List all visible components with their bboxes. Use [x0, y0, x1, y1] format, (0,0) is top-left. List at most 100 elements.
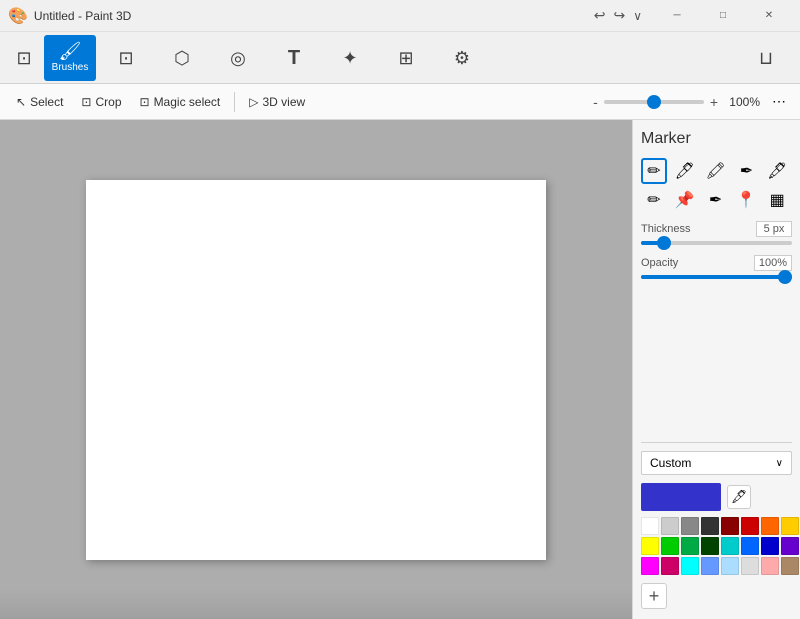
magic-select-btn[interactable]: ⊡ Magic select [132, 91, 229, 113]
color-swatch[interactable] [781, 517, 799, 535]
magic-icon: ⊡ [140, 95, 150, 109]
3dview-label: 3D view [263, 95, 306, 109]
opacity-label-row: Opacity 100% [641, 255, 792, 271]
zoom-minus-btn[interactable]: - [593, 94, 598, 110]
eyedropper-icon: 🖋 [731, 489, 748, 505]
thickness-thumb[interactable] [657, 236, 671, 250]
color-swatch[interactable] [761, 537, 779, 555]
ribbon-btn-home[interactable]: ⊡ [8, 35, 40, 81]
color-swatch[interactable] [741, 517, 759, 535]
color-swatch[interactable] [661, 537, 679, 555]
brush5-icon: 🖋 [767, 161, 787, 181]
crayon-icon: 🖍 [705, 161, 725, 181]
brush-grid: ✏ 🖊 🖍 ✒ 🖋 ✏ 📌 ✒ [641, 158, 792, 213]
ribbon-btn-2d[interactable]: ⊡ [100, 35, 152, 81]
crop-tool-btn[interactable]: ⊡ Crop [73, 91, 129, 113]
color-swatch[interactable] [721, 517, 739, 535]
brush-type6[interactable]: ✏ [641, 187, 667, 213]
color-swatch[interactable] [641, 557, 659, 575]
opacity-fill [641, 275, 792, 279]
current-color-swatch[interactable] [641, 483, 721, 511]
color-swatch[interactable] [741, 557, 759, 575]
brushes-label: Brushes [52, 62, 89, 73]
add-icon: + [649, 586, 660, 607]
zoom-plus-btn[interactable]: + [710, 94, 718, 110]
ribbon-btn-effects[interactable]: ✦ [324, 35, 376, 81]
opacity-value[interactable]: 100% [754, 255, 792, 271]
brush-type8[interactable]: ✒ [703, 187, 729, 213]
calligraphy-icon: 🖊 [675, 161, 695, 181]
zoom-thumb[interactable] [647, 95, 661, 109]
color-swatch[interactable] [721, 537, 739, 555]
expand-icon[interactable]: ∨ [633, 9, 642, 23]
title-bar: 🎨 Untitled - Paint 3D ↩ ↪ ∨ ─ □ ✕ [0, 0, 800, 32]
color-swatch[interactable] [641, 517, 659, 535]
color-swatch[interactable] [741, 537, 759, 555]
brush-type5[interactable]: 🖋 [764, 158, 790, 184]
thickness-slider[interactable] [641, 241, 792, 245]
3d-icon: ⬡ [174, 49, 190, 67]
color-swatch[interactable] [661, 557, 679, 575]
zoom-slider[interactable] [604, 100, 704, 104]
ribbon-btn-text[interactable]: T [268, 35, 320, 81]
color-mode-label: Custom [650, 456, 691, 470]
brush-type7[interactable]: 📌 [672, 187, 698, 213]
select-icon: ↖ [16, 95, 26, 109]
3dview-icon: ▷ [249, 95, 258, 109]
panel-title: Marker [641, 130, 792, 148]
divider [641, 442, 792, 443]
minimize-button[interactable]: ─ [654, 0, 700, 32]
brush-calligraphy[interactable]: 🖊 [672, 158, 698, 184]
select-label: Select [30, 95, 63, 109]
ribbon-btn-crop[interactable]: ⊞ [380, 35, 432, 81]
brush-marker[interactable]: ✏ [641, 158, 667, 184]
drawing-canvas[interactable] [86, 180, 546, 560]
color-swatch[interactable] [761, 517, 779, 535]
close-button[interactable]: ✕ [746, 0, 792, 32]
color-swatch[interactable] [761, 557, 779, 575]
3d-view-btn[interactable]: ▷ 3D view [241, 91, 313, 113]
more-options-btn[interactable]: ⋯ [766, 89, 792, 114]
2d-icon: ⊡ [118, 49, 133, 67]
color-swatch[interactable] [701, 537, 719, 555]
undo-button[interactable]: ↩ [594, 7, 606, 24]
maximize-button[interactable]: □ [700, 0, 746, 32]
eyedropper-button[interactable]: 🖋 [727, 485, 751, 509]
color-mode-dropdown[interactable]: Custom ∨ [641, 451, 792, 475]
right-panel: Marker ✏ 🖊 🖍 ✒ 🖋 ✏ 📌 [632, 120, 800, 619]
add-color-button[interactable]: + [641, 583, 667, 609]
color-swatch[interactable] [681, 517, 699, 535]
opacity-thumb[interactable] [778, 270, 792, 284]
color-swatch[interactable] [681, 557, 699, 575]
stickers-icon: ◎ [230, 49, 246, 67]
color-swatch[interactable] [721, 557, 739, 575]
brush-pencil[interactable]: ✒ [733, 158, 759, 184]
zoom-value: 100% [724, 95, 760, 109]
redo-button[interactable]: ↪ [613, 7, 625, 24]
thickness-value[interactable]: 5 px [756, 221, 792, 237]
color-swatch[interactable] [681, 537, 699, 555]
ribbon-btn-stickers[interactable]: ◎ [212, 35, 264, 81]
brush-crayon[interactable]: 🖍 [703, 158, 729, 184]
title-bar-left: 🎨 Untitled - Paint 3D [8, 6, 131, 26]
text-icon: T [288, 48, 300, 68]
opacity-slider[interactable] [641, 275, 792, 279]
color-swatch[interactable] [701, 557, 719, 575]
brush-type10[interactable]: ▦ [764, 187, 790, 213]
color-swatch[interactable] [781, 537, 799, 555]
crop-tool-icon: ⊡ [81, 95, 91, 109]
color-swatch[interactable] [641, 537, 659, 555]
select-tool-btn[interactable]: ↖ Select [8, 91, 71, 113]
color-swatch[interactable] [701, 517, 719, 535]
brush-type9[interactable]: 📍 [733, 187, 759, 213]
ribbon-btn-share[interactable]: ⊔ [740, 35, 792, 81]
zoom-area: - + 100% ⋯ [593, 89, 792, 114]
ribbon-btn-3d[interactable]: ⬡ [156, 35, 208, 81]
ribbon-btn-brushes[interactable]: 🖌 Brushes [44, 35, 96, 81]
ribbon-btn-settings[interactable]: ⚙ [436, 35, 488, 81]
color-swatch[interactable] [661, 517, 679, 535]
brush7-icon: 📌 [675, 190, 695, 210]
canvas-area[interactable] [0, 120, 632, 619]
toolbar-sep [234, 92, 235, 112]
color-swatch[interactable] [781, 557, 799, 575]
